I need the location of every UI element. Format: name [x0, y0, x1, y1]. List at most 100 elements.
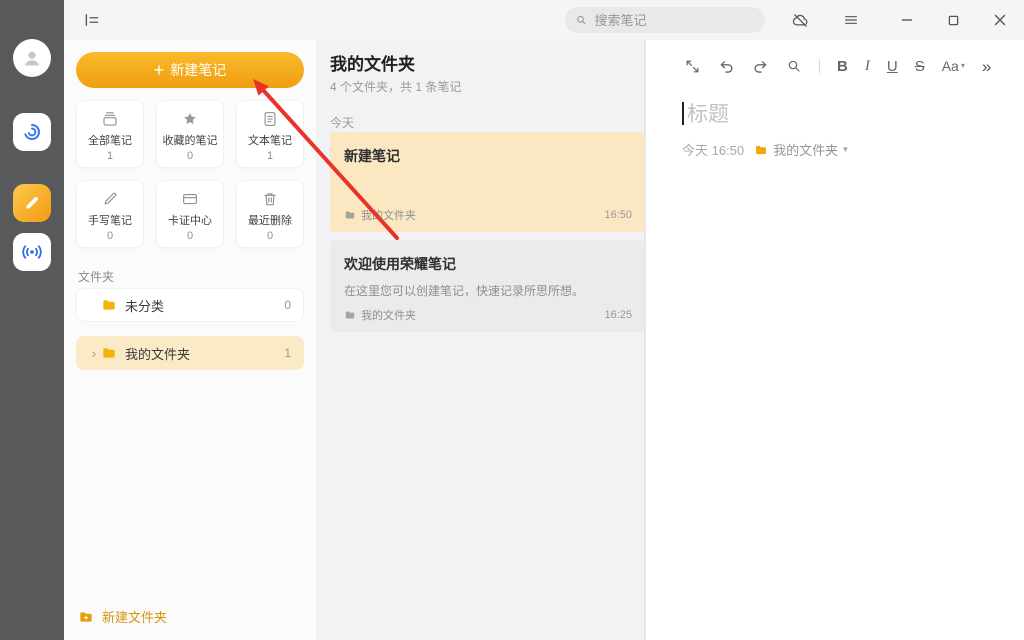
collapse-sidebar-icon — [83, 11, 101, 29]
category-count: 1 — [107, 150, 113, 162]
person-icon — [20, 46, 44, 70]
strikethrough-button[interactable]: S — [915, 59, 925, 74]
maximize-icon — [948, 15, 959, 26]
folder-icon — [344, 209, 356, 221]
chevron-down-icon: ▾ — [843, 144, 848, 155]
note-folder-dropdown-label: 我的文件夹 — [773, 140, 838, 159]
category-label: 全部笔记 — [88, 132, 132, 148]
note-list-title: 我的文件夹 — [330, 50, 415, 75]
notes-app-window: + 新建笔记 全部笔记 1 收藏的笔记 0 — [0, 0, 1024, 640]
category-handwriting[interactable]: 手写笔记 0 — [76, 180, 144, 248]
category-grid: 全部笔记 1 收藏的笔记 0 文本笔记 1 手 — [76, 100, 304, 248]
search-input[interactable] — [594, 13, 755, 28]
note-title: 欢迎使用荣耀笔记 — [344, 254, 630, 274]
note-meta-time: 今天 16:50 — [682, 140, 744, 159]
note-time: 16:50 — [604, 209, 632, 221]
undo-icon — [718, 58, 735, 75]
toolbar-divider — [819, 59, 820, 73]
category-recently-deleted[interactable]: 最近删除 0 — [236, 180, 304, 248]
note-folder-name: 我的文件夹 — [361, 207, 416, 223]
bold-button[interactable]: B — [837, 59, 848, 74]
category-count: 1 — [267, 150, 273, 162]
more-tools-button[interactable]: » — [982, 58, 991, 75]
note-folder-badge: 我的文件夹 — [344, 307, 416, 323]
note-card-selected[interactable]: 新建笔记 我的文件夹 16:50 — [330, 132, 644, 232]
new-note-label: 新建笔记 — [170, 60, 226, 80]
category-favorites[interactable]: 收藏的笔记 0 — [156, 100, 224, 168]
folder-item-uncategorized[interactable]: 未分类 0 — [76, 288, 304, 322]
category-text-notes[interactable]: 文本笔记 1 — [236, 100, 304, 168]
new-note-button[interactable]: + 新建笔记 — [76, 52, 304, 88]
card-center-icon — [181, 189, 199, 209]
all-notes-icon — [101, 109, 119, 129]
sidebar-panel: + 新建笔记 全部笔记 1 收藏的笔记 0 — [64, 40, 316, 640]
folder-item-my-folder[interactable]: › 我的文件夹 1 — [76, 336, 304, 370]
category-count: 0 — [187, 150, 193, 162]
chevron-right-icon[interactable]: › — [87, 346, 101, 361]
category-all-notes[interactable]: 全部笔记 1 — [76, 100, 144, 168]
collapse-sidebar-button[interactable] — [78, 6, 106, 34]
minimize-button[interactable] — [893, 6, 921, 34]
search-icon — [575, 13, 587, 27]
category-label: 手写笔记 — [88, 212, 132, 228]
text-note-icon — [261, 109, 279, 129]
note-footer: 我的文件夹 16:25 — [344, 307, 632, 323]
dock-item-magic-ring[interactable] — [13, 113, 51, 151]
close-icon — [994, 14, 1006, 26]
user-avatar[interactable] — [13, 39, 51, 77]
new-folder-label: 新建文件夹 — [102, 607, 167, 626]
new-folder-button[interactable]: 新建文件夹 — [78, 607, 167, 626]
note-list-panel: 我的文件夹 4 个文件夹，共 1 条笔记 今天 新建笔记 我的文件夹 16:50… — [316, 40, 645, 640]
maximize-button[interactable] — [939, 6, 967, 34]
note-title: 新建笔记 — [344, 146, 630, 166]
plus-icon: + — [154, 61, 165, 79]
note-preview: 在这里您可以创建笔记，快速记录所思所想。 — [344, 282, 630, 300]
search-bar[interactable] — [565, 7, 765, 33]
dock-item-connect[interactable] — [13, 233, 51, 271]
trash-icon — [261, 189, 279, 209]
handwriting-pen-icon — [101, 189, 119, 209]
underline-button[interactable]: U — [887, 59, 898, 74]
app-dock — [0, 0, 64, 640]
note-folder-name: 我的文件夹 — [361, 307, 416, 323]
title-placeholder: 标题 — [687, 98, 729, 128]
redo-icon — [752, 58, 769, 75]
title-bar — [64, 0, 1024, 40]
dock-item-notes-active[interactable] — [13, 184, 51, 222]
expand-editor-button[interactable] — [684, 58, 701, 75]
italic-button[interactable]: I — [865, 59, 870, 74]
folder-count: 1 — [284, 346, 291, 360]
font-style-button[interactable]: Aa ▾ — [942, 59, 965, 73]
undo-button[interactable] — [718, 58, 735, 75]
new-folder-icon — [78, 609, 94, 625]
cloud-sync-off-icon — [791, 11, 810, 30]
category-count: 0 — [107, 230, 113, 242]
folder-icon — [344, 309, 356, 321]
cloud-sync-off-button[interactable] — [786, 6, 814, 34]
find-in-note-button[interactable] — [786, 58, 802, 74]
folders-section-label: 文件夹 — [78, 268, 114, 285]
category-label: 文本笔记 — [248, 132, 292, 148]
category-card-center[interactable]: 卡证中心 0 — [156, 180, 224, 248]
note-folder-dropdown[interactable]: 我的文件夹 ▾ — [754, 140, 848, 159]
folder-count: 0 — [284, 298, 291, 312]
note-list-section-today: 今天 — [330, 114, 354, 131]
folder-label: 我的文件夹 — [125, 344, 284, 363]
note-card[interactable]: 欢迎使用荣耀笔记 在这里您可以创建笔记，快速记录所思所想。 我的文件夹 16:2… — [330, 240, 644, 332]
pencil-icon — [20, 191, 44, 215]
redo-button[interactable] — [752, 58, 769, 75]
minimize-icon — [901, 14, 913, 26]
expand-icon — [684, 58, 701, 75]
note-title-input[interactable]: 标题 — [682, 98, 729, 128]
category-label: 卡证中心 — [168, 212, 212, 228]
folder-icon — [101, 297, 117, 313]
main-menu-button[interactable] — [837, 6, 865, 34]
folder-label: 未分类 — [125, 296, 284, 315]
star-icon — [181, 109, 199, 129]
close-button[interactable] — [986, 6, 1014, 34]
broadcast-icon — [20, 240, 44, 264]
magic-ring-icon — [20, 120, 44, 144]
text-caret — [682, 102, 684, 125]
category-label: 收藏的笔记 — [163, 132, 218, 148]
note-folder-badge: 我的文件夹 — [344, 207, 416, 223]
